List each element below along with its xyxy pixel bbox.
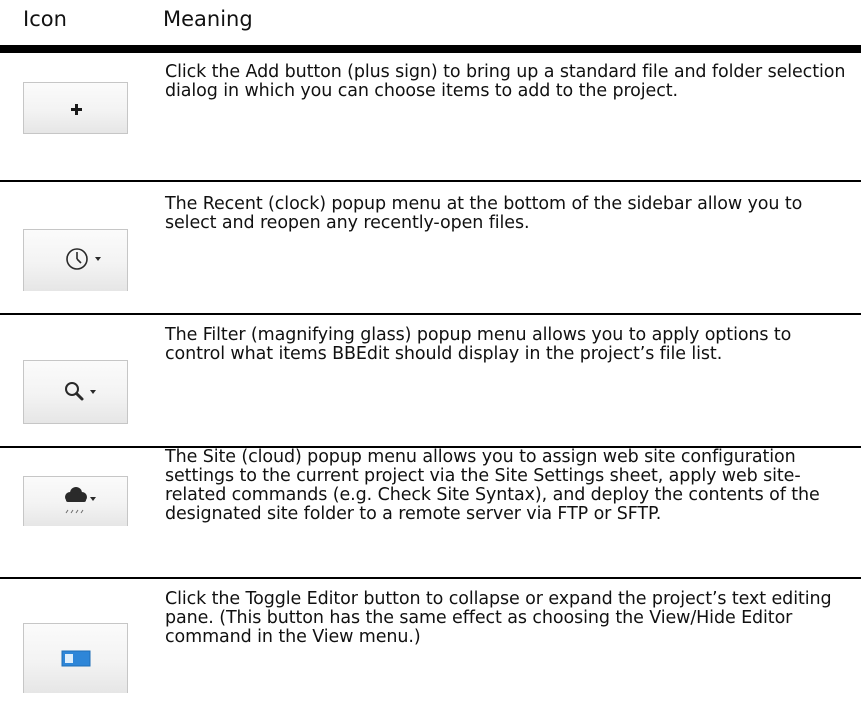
row-description: Click the Toggle Editor button to collap… — [165, 589, 832, 647]
cloud-icon — [65, 487, 96, 514]
site-button[interactable] — [23, 476, 128, 526]
toggle-editor-icon — [61, 650, 91, 667]
row-description: The Recent (clock) popup menu at the bot… — [165, 194, 803, 233]
table-row-recent: The Recent (clock) popup menu at the bot… — [0, 182, 861, 312]
plus-icon — [71, 104, 82, 115]
header-divider — [0, 45, 861, 53]
magnifying-glass-icon — [65, 382, 96, 401]
icon-column-header: Icon — [23, 7, 67, 31]
table-row-site: The Site (cloud) popup menu allows you t… — [0, 448, 861, 576]
table-row-toggle-editor: Click the Toggle Editor button to collap… — [0, 579, 861, 713]
toggle-editor-button[interactable] — [23, 623, 128, 693]
clock-icon — [66, 248, 101, 270]
filter-button[interactable] — [23, 360, 128, 424]
row-description: The Filter (magnifying glass) popup menu… — [165, 325, 792, 364]
table-header: Icon Meaning — [0, 0, 861, 46]
table-row-filter: The Filter (magnifying glass) popup menu… — [0, 315, 861, 445]
recent-button[interactable] — [23, 229, 128, 291]
row-description: The Site (cloud) popup menu allows you t… — [165, 447, 820, 524]
meaning-column-header: Meaning — [163, 7, 253, 31]
add-button[interactable] — [23, 82, 128, 134]
row-description: Click the Add button (plus sign) to brin… — [165, 62, 846, 101]
table-row-add: Click the Add button (plus sign) to brin… — [0, 53, 861, 181]
